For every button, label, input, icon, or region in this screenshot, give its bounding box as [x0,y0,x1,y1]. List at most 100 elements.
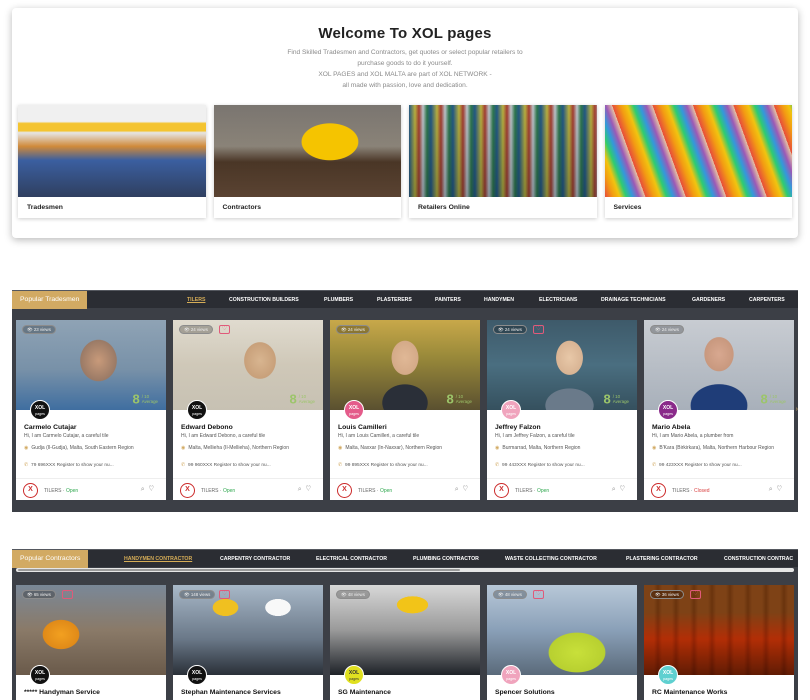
tab-painters[interactable]: PAINTERS [435,291,461,309]
eye-icon: 👁 [655,592,661,597]
tab-carpenters[interactable]: CARPENTERS [749,291,785,309]
favorite-heart-icon[interactable]: ♡ [690,590,701,599]
tab-tilers[interactable]: TILERS [187,291,205,309]
status-badge: Closed [693,488,710,494]
tab-carpentry-contractor[interactable]: CARPENTRY CONTRACTOR [220,550,290,568]
logo-subtext: pages [192,677,202,681]
views-count: 48 views [504,592,522,597]
scrollbar-thumb[interactable] [18,569,460,571]
favorite-heart-icon[interactable]: ♡ [62,590,73,599]
phone-number[interactable]: ✆ 99 895XXX Register to show your nu... [338,463,428,468]
views-badge: 👁 148 views [179,590,216,599]
tradesman-name[interactable]: Edward Debono [181,424,233,431]
favorite-heart-icon[interactable]: ♡ [219,590,230,599]
rating-label: Average [298,398,315,404]
horizontal-scrollbar[interactable] [16,568,794,572]
intro-line: XOL PAGES and XOL MALTA are part of XOL … [318,71,492,78]
separator: · [62,488,65,494]
tab-handymen[interactable]: HANDYMEN [484,291,514,309]
category-services[interactable]: Services [604,105,792,218]
tab-electrical-contractor[interactable]: ELECTRICAL CONTRACTOR [316,550,387,568]
contractor-card[interactable]: 👁 48 views XOL pages SG Maintenance [330,585,480,700]
tradesman-card[interactable]: 👁 23 views 8/ 10 Average XOL pages Carmelo… [16,320,166,500]
contractor-card[interactable]: 👁 65 views ♡ XOL pages ***** Handyman Ser… [16,585,166,700]
category-retailers-online[interactable]: Retailers Online [409,105,597,218]
favorite-heart-icon[interactable]: ♡ [533,590,544,599]
heart-icon[interactable]: ♡ [463,486,472,493]
contractor-name[interactable]: SG Maintenance [338,689,391,696]
contractor-card[interactable]: 👁 148 views ♡ XOL pages Stephan Maintenan… [173,585,323,700]
tab-plasterers[interactable]: PLASTERERS [377,291,412,309]
tab-electricians[interactable]: ELECTRICIANS [539,291,577,309]
intro-line: all made with passion, love and dedicati… [342,82,468,89]
eye-icon: 👁 [184,592,190,597]
tab-plastering-contractor[interactable]: PLASTERING CONTRACTOR [626,550,698,568]
phone-number[interactable]: ✆ 99 960XXX Register to show your nu... [181,463,271,468]
tradesman-name[interactable]: Louis Camilleri [338,424,387,431]
heart-icon[interactable]: ♡ [149,486,158,493]
intro-line: Find Skilled Tradesmen and Contractors, … [287,49,523,56]
tab-construction-contractor[interactable]: CONSTRUCTION CONTRAC [724,550,793,568]
logo-subtext: pages [506,412,516,416]
tradesman-name[interactable]: Jeffrey Falzon [495,424,541,431]
contractor-name[interactable]: Stephan Maintenance Services [181,689,281,696]
trade-label: TILERS [201,488,219,494]
xol-logo: XOL pages [658,400,678,420]
tradesmen-image [18,105,206,197]
tradesman-card[interactable]: 👁 24 views 8/ 10 Average XOL pages Mario A… [644,320,794,500]
separator: · [690,488,693,494]
tab-waste-collecting-contractor[interactable]: WASTE COLLECTING CONTRACTOR [505,550,597,568]
phone-number[interactable]: ✆ 99 423XXX Register to show your nu... [652,463,742,468]
phone-number[interactable]: ✆ 79 696XXX Register to show your nu... [24,463,114,468]
contractor-card[interactable]: 👁 48 views ♡ XOL pages Spencer Solutions [487,585,637,700]
category-tradesmen[interactable]: Tradesmen [18,105,206,218]
tab-handymen-contractor[interactable]: HANDYMEN CONTRACTOR [124,550,192,568]
tradesman-card[interactable]: 👁 24 views 8/ 10 Average XOL pages Louis C… [330,320,480,500]
tab-gardeners[interactable]: GARDENERS [692,291,725,309]
search-icon[interactable]: ⌕ [769,486,777,493]
search-icon[interactable]: ⌕ [141,486,149,493]
contractor-name[interactable]: Spencer Solutions [495,689,555,696]
tab-drainage-technicians[interactable]: DRAINAGE TECHNICIANS [601,291,666,309]
location: ◉ Malta, Naxxar (In-Naxxar), Northern Reg… [338,444,478,453]
heart-icon[interactable]: ♡ [306,486,315,493]
tab-construction-builders[interactable]: CONSTRUCTION BUILDERS [229,291,299,309]
favorite-heart-icon[interactable]: ♡ [219,325,230,334]
chevron-right-icon[interactable]: › [796,406,798,413]
section-title: Popular Tradesmen [12,291,88,309]
heart-icon[interactable]: ♡ [777,486,786,493]
xol-logo: XOL pages [501,665,521,685]
card-actions: ⌕♡ [298,486,315,494]
rating: 8/ 10 Average [760,390,786,408]
search-icon[interactable]: ⌕ [298,486,306,493]
eye-icon: 👁 [27,592,33,597]
rating-score: 8 [446,391,454,407]
location: ◉ Burmarrad, Malta, Northern Region [495,444,635,453]
contractors-image [213,105,401,197]
tab-plumbers[interactable]: PLUMBERS [324,291,353,309]
tradesman-name[interactable]: Mario Abela [652,424,690,431]
popular-contractors-section: Popular Contractors HANDYMEN CONTRACTOR … [12,549,798,700]
map-pin-icon: ◉ [24,445,29,451]
rating-score: 8 [132,391,140,407]
tab-plumbing-contractor[interactable]: PLUMBING CONTRACTOR [413,550,479,568]
tradesman-card[interactable]: 👁 24 views ♡ 8/ 10 Average XOL pages Jeffr… [487,320,637,500]
section-title: Popular Contractors [12,550,89,568]
favorite-heart-icon[interactable]: ♡ [533,325,544,334]
map-pin-icon: ◉ [495,445,500,451]
tradesman-name[interactable]: Carmelo Cutajar [24,424,77,431]
category-contractors[interactable]: Contractors [213,105,401,218]
location-text: Burmarrad, Malta, Northern Region [502,445,581,451]
heart-icon[interactable]: ♡ [620,486,629,493]
logo-subtext: pages [663,412,673,416]
search-icon[interactable]: ⌕ [612,486,620,493]
contractor-name[interactable]: RC Maintenance Works [652,689,727,696]
tradesman-card[interactable]: 👁 24 views ♡ 8/ 10 Average XOL pages Edwar… [173,320,323,500]
search-icon[interactable]: ⌕ [455,486,463,493]
contractor-name[interactable]: ***** Handyman Service [24,689,100,696]
logo-subtext: pages [663,677,673,681]
phone-number[interactable]: ✆ 99 443XXX Register to show your nu... [495,463,585,468]
phone-text: 99 895XXX Register to show your nu... [345,463,428,468]
contractor-card[interactable]: 👁 36 views ♡ XOL pages RC Maintenance Wor… [644,585,794,700]
location-text: Malta, Mellieha (Il-Mellieha), Northern … [188,445,289,451]
